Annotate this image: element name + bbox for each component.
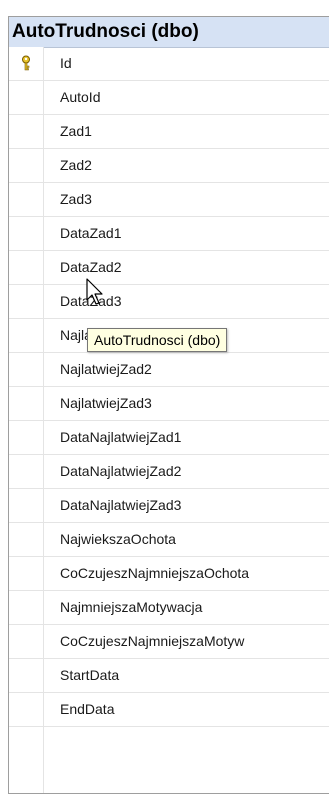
column-name: Zad2	[60, 157, 92, 173]
column-row[interactable]: NajwiekszaOchota	[9, 523, 329, 557]
row-selector[interactable]	[9, 251, 44, 284]
column-row[interactable]: CoCzujeszNajmniejszaOchota	[9, 557, 329, 591]
primary-key-icon	[22, 55, 30, 71]
column-name: Zad3	[60, 191, 92, 207]
column-name: Id	[60, 55, 72, 71]
row-selector[interactable]	[9, 523, 44, 556]
row-selector[interactable]	[9, 353, 44, 386]
column-name: DataNajlatwiejZad2	[60, 463, 182, 479]
row-selector[interactable]	[9, 693, 44, 726]
column-name: StartData	[60, 667, 120, 683]
column-name: NajwiekszaOchota	[60, 531, 176, 547]
column-row[interactable]: Zad1	[9, 115, 329, 149]
row-selector[interactable]	[9, 149, 44, 182]
column-list: Id AutoId Zad1 Zad2 Zad3 DataZad1 DataZad2 Data…	[9, 47, 329, 727]
column-name: CoCzujeszNajmniejszaOchota	[60, 565, 250, 581]
row-selector[interactable]	[9, 591, 44, 624]
column-row[interactable]: Id	[9, 47, 329, 81]
row-selector[interactable]	[9, 81, 44, 114]
row-selector[interactable]	[9, 625, 44, 658]
column-name: EndData	[60, 701, 115, 717]
row-selector[interactable]	[9, 421, 44, 454]
row-selector[interactable]	[9, 285, 44, 318]
column-name: AutoId	[60, 89, 101, 105]
table-title: AutoTrudnosci (dbo)	[12, 21, 199, 42]
column-row[interactable]: Zad3	[9, 183, 329, 217]
table-header[interactable]: AutoTrudnosci (dbo)	[9, 17, 329, 48]
column-row[interactable]: DataZad2	[9, 251, 329, 285]
column-row[interactable]: NajlatwiejZad2	[9, 353, 329, 387]
row-selector[interactable]	[9, 455, 44, 488]
column-row[interactable]: DataNajlatwiejZad2	[9, 455, 329, 489]
table-diagram-box[interactable]: AutoTrudnosci (dbo) Id AutoId Zad1 Zad2 Zad3…	[8, 16, 329, 794]
row-selector[interactable]	[9, 319, 44, 352]
column-row[interactable]: CoCzujeszNajmniejszaMotyw	[9, 625, 329, 659]
empty-selector-area	[9, 727, 44, 793]
column-row[interactable]: AutoId	[9, 81, 329, 115]
column-row[interactable]: DataZad1	[9, 217, 329, 251]
column-name: CoCzujeszNajmniejszaMotyw	[60, 633, 245, 649]
row-selector[interactable]	[9, 183, 44, 216]
column-name: NajmniejszaMotywacja	[60, 599, 203, 615]
column-row[interactable]: DataNajlatwiejZad1	[9, 421, 329, 455]
row-selector[interactable]	[9, 489, 44, 522]
column-name: NajlatwiejZad3	[60, 395, 152, 411]
column-name: DataNajlatwiejZad3	[60, 497, 182, 513]
mouse-pointer-icon	[86, 278, 103, 305]
column-row[interactable]: NajmniejszaMotywacja	[9, 591, 329, 625]
column-name: NajlatwiejZad2	[60, 361, 152, 377]
row-selector[interactable]	[9, 387, 44, 420]
column-row[interactable]: NajlatwiejZad3	[9, 387, 329, 421]
column-row[interactable]: DataNajlatwiejZad3	[9, 489, 329, 523]
table-tooltip: AutoTrudnosci (dbo)	[87, 328, 228, 352]
row-selector[interactable]	[9, 217, 44, 250]
column-name: DataZad2	[60, 259, 122, 275]
column-name: DataZad1	[60, 225, 122, 241]
row-selector[interactable]	[9, 557, 44, 590]
column-name: Zad1	[60, 123, 92, 139]
column-row[interactable]: Zad2	[9, 149, 329, 183]
column-row[interactable]: StartData	[9, 659, 329, 693]
column-row[interactable]: EndData	[9, 693, 329, 727]
row-selector[interactable]	[9, 659, 44, 692]
row-selector[interactable]	[9, 115, 44, 148]
column-name: DataNajlatwiejZad1	[60, 429, 182, 445]
column-row[interactable]: DataZad3	[9, 285, 329, 319]
